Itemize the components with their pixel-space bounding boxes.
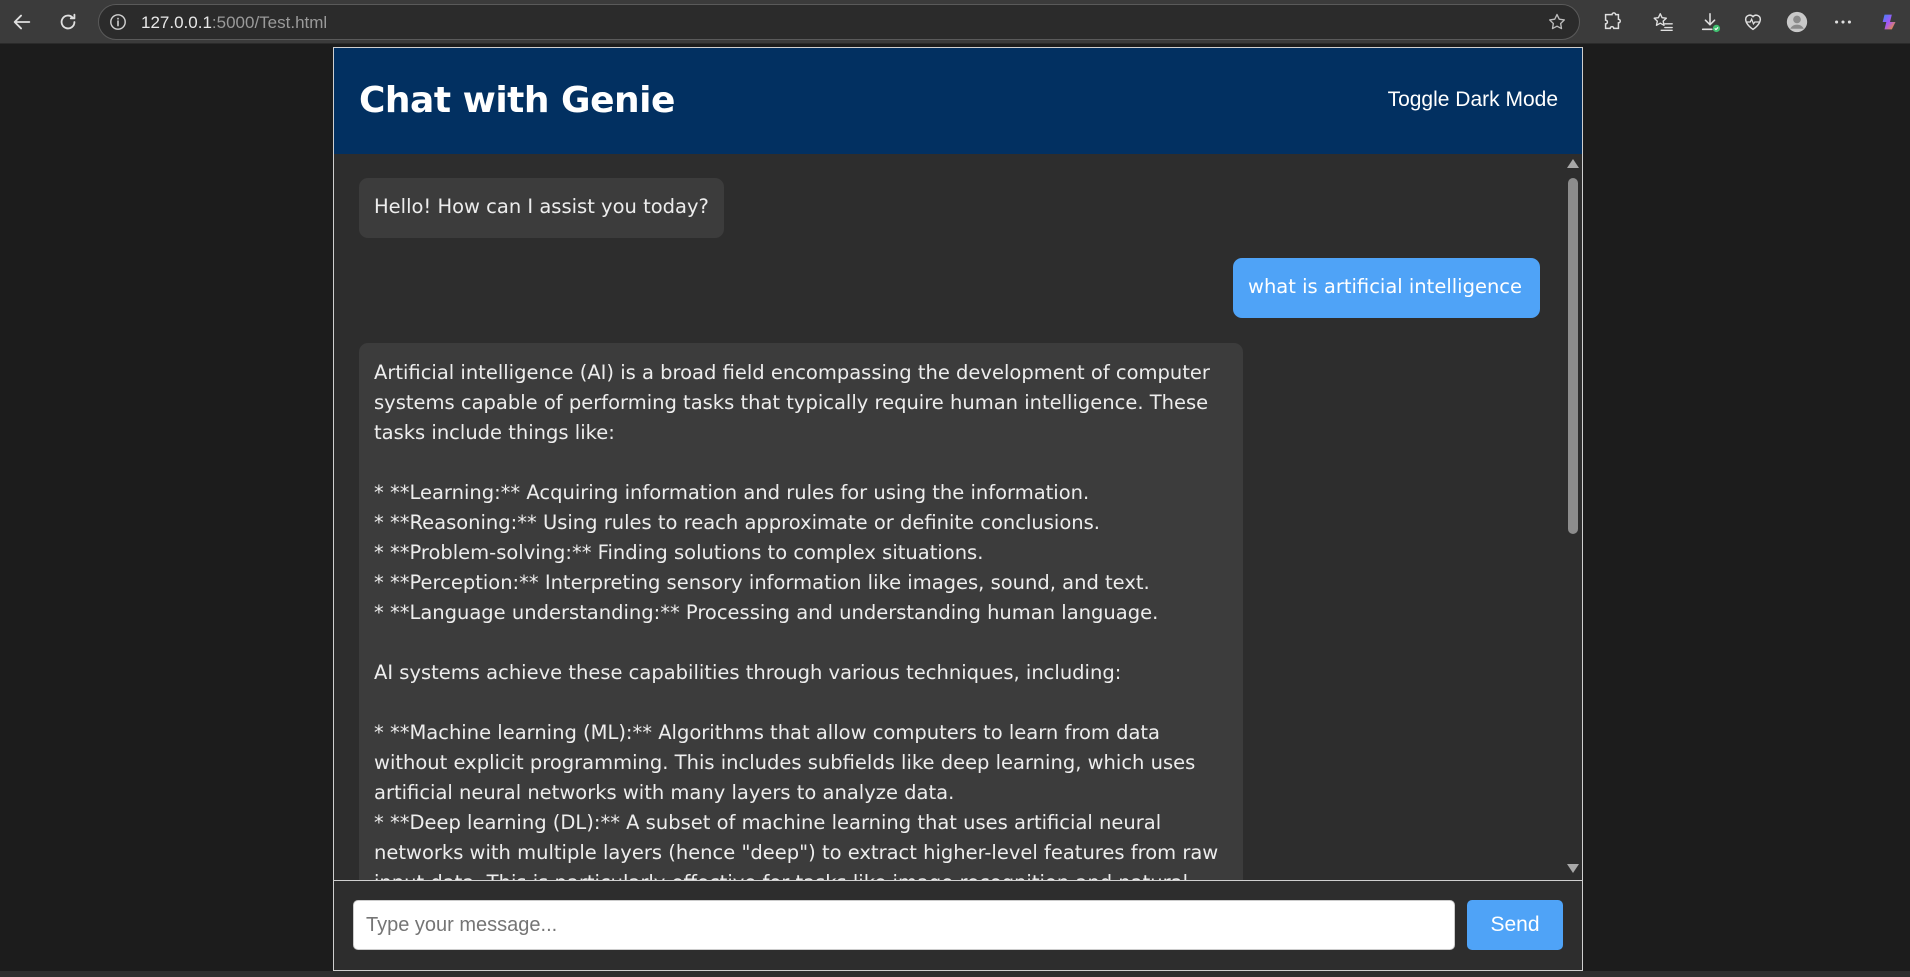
avatar-icon (1786, 11, 1808, 33)
profile-button[interactable] (1784, 9, 1810, 35)
copilot-icon (1882, 14, 1896, 30)
chat-header: Chat with Genie Toggle Dark Mode (334, 48, 1582, 154)
refresh-icon (60, 13, 76, 30)
download-icon (1701, 12, 1721, 33)
downloads-button[interactable] (1697, 9, 1723, 35)
scroll-down-arrow-icon[interactable] (1567, 864, 1579, 873)
site-info-icon[interactable] (109, 13, 127, 31)
toggle-dark-mode-button[interactable]: Toggle Dark Mode (1388, 88, 1558, 112)
puzzle-icon (1604, 12, 1621, 30)
ellipsis-icon (1835, 20, 1851, 24)
message-input[interactable] (353, 900, 1455, 950)
url-host: 127.0.0.1 (141, 13, 212, 32)
extensions-button[interactable] (1599, 9, 1625, 35)
bot-message: Hello! How can I assist you today? (359, 178, 724, 238)
more-menu-button[interactable] (1830, 9, 1856, 35)
scroll-up-arrow-icon[interactable] (1567, 159, 1579, 168)
favorites-list-icon (1653, 13, 1673, 31)
send-button[interactable]: Send (1467, 900, 1563, 950)
copilot-button[interactable] (1877, 9, 1903, 35)
favorite-star-icon[interactable] (1547, 12, 1567, 32)
heart-pulse-icon (1744, 14, 1762, 31)
chat-title: Chat with Genie (359, 80, 675, 121)
refresh-button[interactable] (54, 8, 82, 36)
back-arrow-icon (13, 14, 31, 30)
user-message: what is artificial intelligence (1233, 258, 1540, 318)
address-bar[interactable]: 127.0.0.1:5000/Test.html (98, 4, 1580, 40)
message-scrollbar[interactable] (1564, 154, 1582, 880)
browser-toolbar: 127.0.0.1:5000/Test.html (0, 0, 1910, 44)
chat-container: Chat with Genie Toggle Dark Mode Hello! … (333, 47, 1583, 971)
message-list[interactable]: Hello! How can I assist you today? what … (334, 154, 1564, 880)
browser-essentials-button[interactable] (1740, 9, 1766, 35)
address-url: 127.0.0.1:5000/Test.html (141, 13, 327, 33)
message-composer: Send (334, 880, 1582, 970)
scrollbar-thumb[interactable] (1568, 178, 1578, 534)
page-bottom-edge (0, 971, 1910, 977)
url-path: :5000/Test.html (211, 13, 328, 32)
bot-message: Artificial intelligence (AI) is a broad … (359, 343, 1243, 880)
back-button[interactable] (8, 8, 36, 36)
favorites-button[interactable] (1650, 9, 1676, 35)
